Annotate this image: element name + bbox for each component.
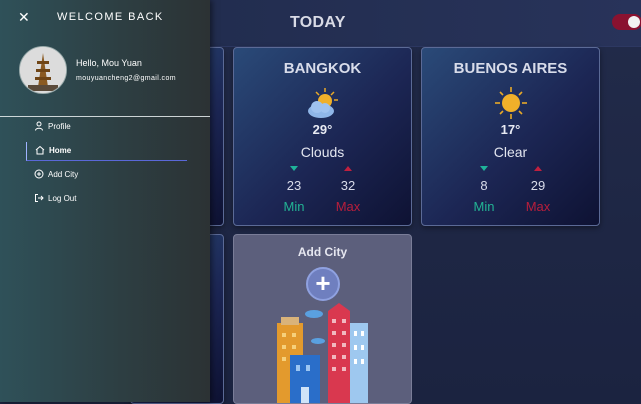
max-arrow-icon bbox=[344, 166, 352, 171]
plus-icon[interactable]: + bbox=[306, 267, 340, 301]
temperature: 17° bbox=[500, 122, 521, 137]
plus-circle-icon bbox=[34, 169, 44, 179]
avatar bbox=[19, 46, 67, 94]
drawer-title: WELCOME BACK bbox=[57, 11, 164, 23]
nav-item-label: Profile bbox=[48, 122, 71, 131]
weather-description: Clear bbox=[493, 144, 528, 160]
home-icon bbox=[35, 145, 45, 155]
nav-item-label: Log Out bbox=[48, 194, 77, 203]
weather-description: Clouds bbox=[300, 144, 345, 160]
nav-item-home[interactable]: Home bbox=[26, 142, 187, 161]
add-city-title: Add City bbox=[297, 245, 348, 259]
page-title: TODAY bbox=[290, 14, 346, 31]
nav-item-log-out[interactable]: Log Out bbox=[26, 190, 186, 208]
min-temp: 23 bbox=[286, 178, 302, 193]
sun-behind-cloud-icon bbox=[307, 88, 338, 118]
side-drawer: ✕ WELCOME BACK Hello, Mou Yuan mouyuanch… bbox=[0, 0, 210, 402]
person-icon bbox=[35, 121, 43, 131]
toggle-knob bbox=[628, 16, 640, 28]
weather-card-buenos-aires[interactable]: BUENOS AIRES 17° Clear 8 29 Min Max bbox=[421, 47, 600, 226]
nav-item-profile[interactable]: Profile bbox=[26, 118, 186, 136]
temperature: 29° bbox=[312, 122, 333, 137]
tower-photo-icon bbox=[20, 47, 66, 93]
max-temp: 29 bbox=[530, 178, 546, 193]
user-email: mouyuancheng2@gmail.com bbox=[76, 75, 176, 82]
add-city-card[interactable]: Add City + bbox=[233, 234, 412, 404]
user-greeting: Hello, Mou Yuan bbox=[76, 58, 142, 68]
min-temp: 8 bbox=[480, 178, 488, 193]
nav-item-label: Add City bbox=[48, 170, 79, 179]
close-icon[interactable]: ✕ bbox=[18, 10, 30, 24]
sun-icon bbox=[494, 87, 527, 119]
max-label: Max bbox=[335, 199, 361, 214]
city-name: BANGKOK bbox=[283, 60, 362, 77]
weather-card-bangkok[interactable]: BANGKOK 29° Clouds 23 32 Min Max bbox=[233, 47, 412, 226]
theme-toggle[interactable] bbox=[612, 14, 641, 30]
nav-item-label: Home bbox=[49, 146, 72, 155]
city-buildings-illustration bbox=[277, 303, 368, 403]
max-temp: 32 bbox=[340, 178, 356, 193]
min-arrow-icon bbox=[480, 166, 488, 171]
max-label: Max bbox=[525, 199, 551, 214]
max-arrow-icon bbox=[534, 166, 542, 171]
logout-icon bbox=[35, 194, 44, 202]
min-label: Min bbox=[283, 199, 305, 214]
nav-item-add-city[interactable]: Add City bbox=[26, 166, 186, 184]
min-label: Min bbox=[473, 199, 495, 214]
min-arrow-icon bbox=[290, 166, 298, 171]
divider bbox=[0, 116, 210, 117]
city-name: BUENOS AIRES bbox=[453, 60, 568, 77]
